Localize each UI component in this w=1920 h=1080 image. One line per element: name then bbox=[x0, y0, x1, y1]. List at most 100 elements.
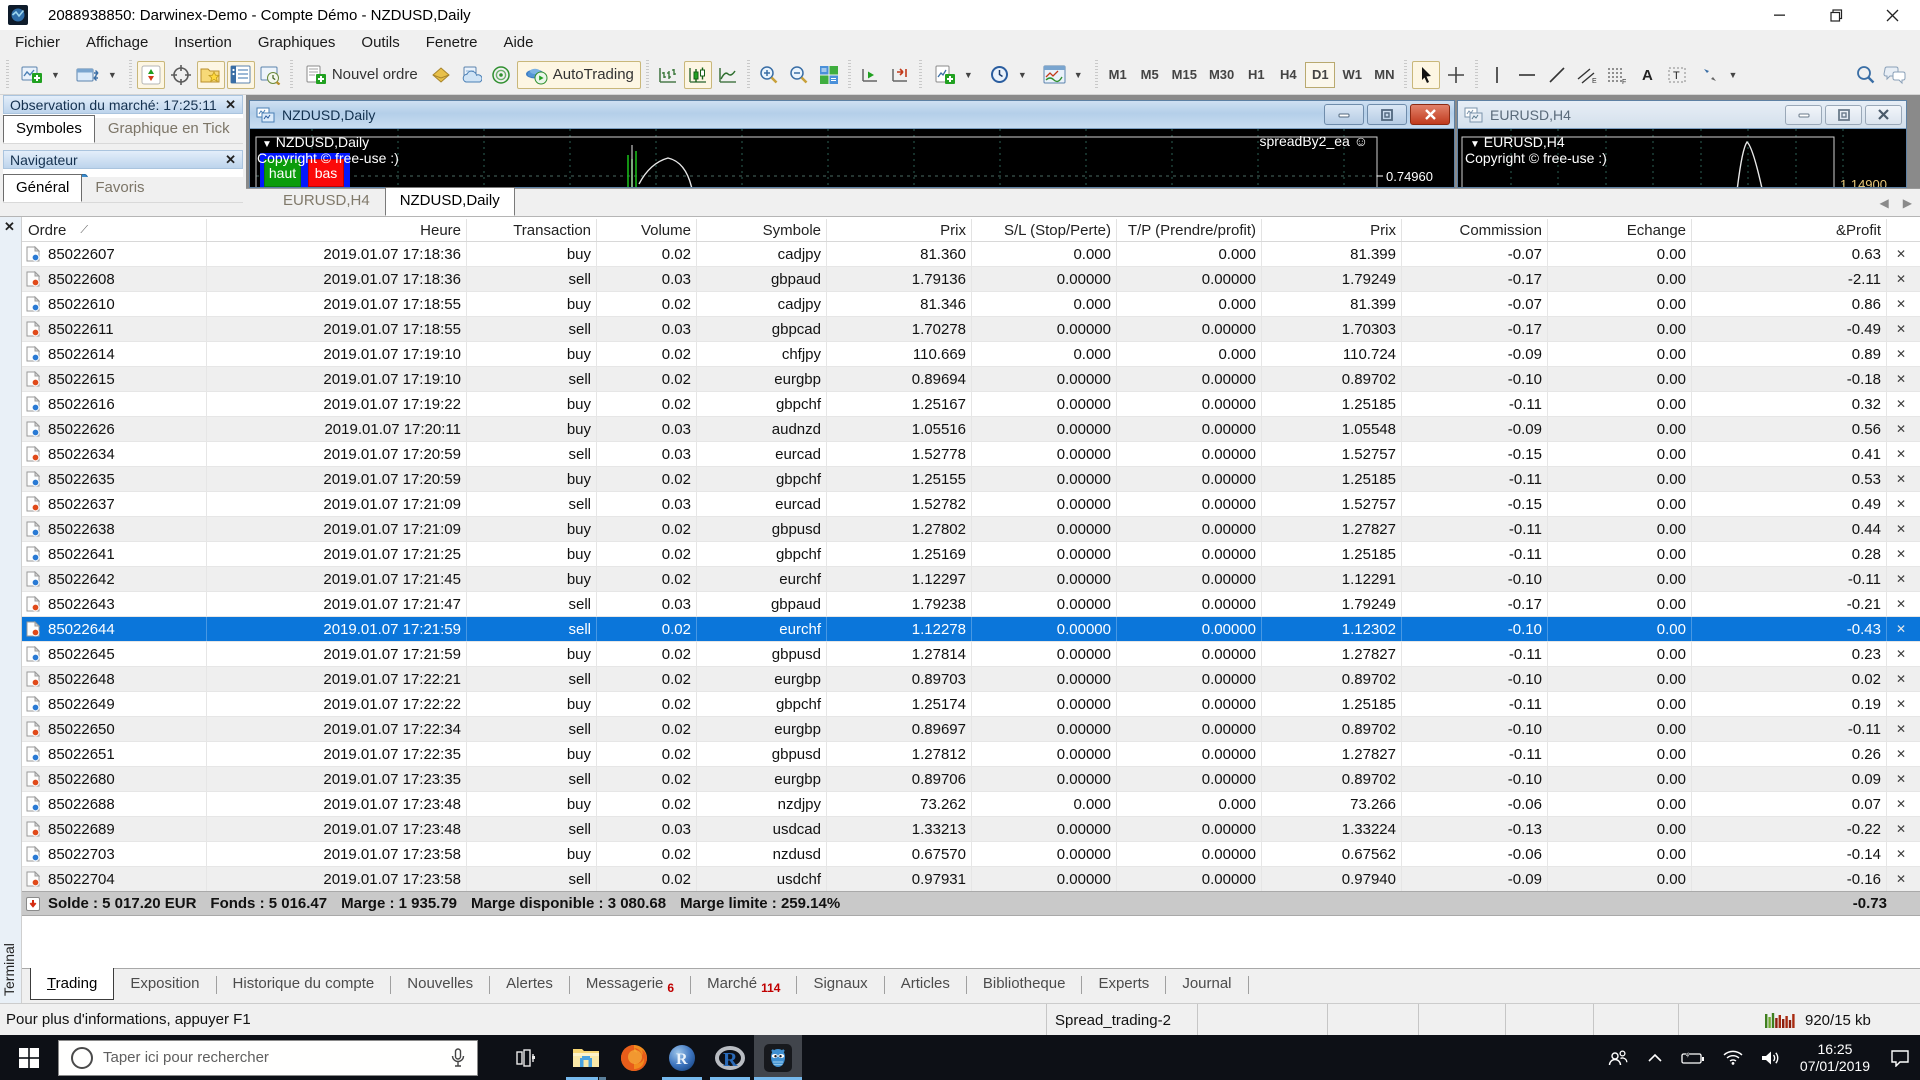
menu-fichier[interactable]: Fichier bbox=[2, 31, 73, 54]
order-row[interactable]: 85022643 2019.01.07 17:21:47sell0.03gbpa… bbox=[22, 592, 1920, 617]
autotrading-button[interactable]: AutoTrading bbox=[517, 61, 641, 89]
close-order-icon[interactable]: ✕ bbox=[1887, 592, 1920, 616]
column-header-symbole[interactable]: Symbole bbox=[697, 219, 827, 241]
navigator-close-icon[interactable]: ✕ bbox=[225, 152, 236, 168]
order-row[interactable]: 85022645 2019.01.07 17:21:59buy0.02gbpus… bbox=[22, 642, 1920, 667]
candlestick-button[interactable] bbox=[684, 61, 712, 89]
market-watch-header[interactable]: Observation du marché: 17:25:11 ✕ bbox=[3, 95, 243, 114]
task-view-button[interactable] bbox=[502, 1035, 550, 1080]
strategy-tester-button[interactable] bbox=[257, 61, 285, 89]
order-row[interactable]: 85022607 2019.01.07 17:18:36buy0.02cadjp… bbox=[22, 242, 1920, 267]
terminal-tab-alertes[interactable]: Alertes bbox=[490, 969, 569, 999]
close-order-icon[interactable]: ✕ bbox=[1887, 367, 1920, 391]
terminal-tab-bibliotheque[interactable]: Bibliotheque bbox=[967, 969, 1082, 999]
nzdusd-chart[interactable]: ▼ NZDUSD,Daily Copyright © free-use :) h… bbox=[250, 129, 1454, 187]
order-row[interactable]: 85022650 2019.01.07 17:22:34sell0.02eurg… bbox=[22, 717, 1920, 742]
close-order-icon[interactable]: ✕ bbox=[1887, 792, 1920, 816]
data-window-button[interactable] bbox=[167, 61, 195, 89]
order-row[interactable]: 85022680 2019.01.07 17:23:35sell0.02eurg… bbox=[22, 767, 1920, 792]
order-row[interactable]: 85022614 2019.01.07 17:19:10buy0.02chfjp… bbox=[22, 342, 1920, 367]
collapse-marker-icon[interactable]: ▼ bbox=[262, 139, 272, 150]
news-button[interactable] bbox=[487, 61, 515, 89]
close-order-icon[interactable]: ✕ bbox=[1887, 767, 1920, 791]
column-header-t-p-prendre-profit-[interactable]: T/P (Prendre/profit) bbox=[1117, 219, 1262, 241]
timeframe-m15-button[interactable]: M15 bbox=[1167, 62, 1202, 88]
taskbar-app-metatrader[interactable] bbox=[754, 1035, 802, 1080]
close-order-icon[interactable]: ✕ bbox=[1887, 642, 1920, 666]
close-order-icon[interactable]: ✕ bbox=[1887, 817, 1920, 841]
close-order-icon[interactable]: ✕ bbox=[1887, 492, 1920, 516]
auto-scroll-button[interactable] bbox=[856, 61, 884, 89]
order-row[interactable]: 85022626 2019.01.07 17:20:11buy0.03audnz… bbox=[22, 417, 1920, 442]
profiles-button[interactable]: ▼ bbox=[69, 61, 124, 89]
order-row[interactable]: 85022688 2019.01.07 17:23:48buy0.02nzdjp… bbox=[22, 792, 1920, 817]
chart-tab-eurusd-h4[interactable]: EURUSD,H4 bbox=[268, 187, 385, 216]
terminal-tab-articles[interactable]: Articles bbox=[885, 969, 966, 999]
order-row[interactable]: 85022704 2019.01.07 17:23:58sell0.02usdc… bbox=[22, 867, 1920, 892]
microphone-icon[interactable] bbox=[451, 1048, 465, 1068]
line-chart-button[interactable] bbox=[714, 61, 742, 89]
order-row[interactable]: 85022644 2019.01.07 17:21:59sell0.02eurc… bbox=[22, 617, 1920, 642]
maximize-button[interactable] bbox=[1808, 0, 1864, 30]
vertical-line-button[interactable] bbox=[1483, 61, 1511, 89]
terminal-tab-nouvelles[interactable]: Nouvelles bbox=[391, 969, 489, 999]
close-order-icon[interactable]: ✕ bbox=[1887, 742, 1920, 766]
templates-button[interactable]: ▼ bbox=[1036, 61, 1090, 89]
order-row[interactable]: 85022634 2019.01.07 17:20:59sell0.03eurc… bbox=[22, 442, 1920, 467]
order-row[interactable]: 85022635 2019.01.07 17:20:59buy0.02gbpch… bbox=[22, 467, 1920, 492]
close-order-icon[interactable]: ✕ bbox=[1887, 417, 1920, 441]
nzdusd-restore-button[interactable] bbox=[1367, 104, 1407, 125]
close-order-icon[interactable]: ✕ bbox=[1887, 867, 1920, 891]
minimize-button[interactable] bbox=[1752, 0, 1808, 30]
terminal-tab-march-[interactable]: Marché114 bbox=[691, 969, 796, 1002]
close-order-icon[interactable]: ✕ bbox=[1887, 467, 1920, 491]
trendline-button[interactable] bbox=[1543, 61, 1571, 89]
close-button[interactable] bbox=[1864, 0, 1920, 30]
close-order-icon[interactable]: ✕ bbox=[1887, 392, 1920, 416]
order-row[interactable]: 85022611 2019.01.07 17:18:55sell0.03gbpc… bbox=[22, 317, 1920, 342]
taskbar-app-file-explorer[interactable] bbox=[562, 1035, 610, 1080]
bar-chart-button[interactable] bbox=[654, 61, 682, 89]
order-row[interactable]: 85022610 2019.01.07 17:18:55buy0.02cadjp… bbox=[22, 292, 1920, 317]
navigator-header[interactable]: Navigateur ✕ bbox=[3, 150, 243, 169]
close-order-icon[interactable]: ✕ bbox=[1887, 542, 1920, 566]
terminal-tab-journal[interactable]: Journal bbox=[1166, 969, 1247, 999]
market-watch-close-icon[interactable]: ✕ bbox=[225, 97, 236, 113]
collapse-marker-icon[interactable]: ▼ bbox=[1470, 139, 1480, 150]
menu-graphiques[interactable]: Graphiques bbox=[245, 31, 349, 54]
text-label-button[interactable]: T bbox=[1663, 61, 1691, 89]
order-row[interactable]: 85022608 2019.01.07 17:18:36sell0.03gbpa… bbox=[22, 267, 1920, 292]
terminal-tab-exposition[interactable]: Exposition bbox=[114, 969, 215, 999]
column-header-heure[interactable]: Heure bbox=[207, 219, 467, 241]
close-order-icon[interactable]: ✕ bbox=[1887, 617, 1920, 641]
navigator-tab-g-n-ral[interactable]: Général bbox=[3, 174, 82, 202]
chart-tabs-scroll-left-icon[interactable]: ◀ bbox=[1880, 196, 1889, 210]
column-header-prix[interactable]: Prix bbox=[827, 219, 972, 241]
taskbar-search-input[interactable]: Taper ici pour rechercher bbox=[58, 1040, 478, 1076]
taskbar-app-r[interactable]: R bbox=[658, 1035, 706, 1080]
close-order-icon[interactable]: ✕ bbox=[1887, 342, 1920, 366]
action-center-icon[interactable] bbox=[1880, 1035, 1920, 1080]
close-order-icon[interactable]: ✕ bbox=[1887, 317, 1920, 341]
menu-outils[interactable]: Outils bbox=[348, 31, 412, 54]
arrows-button[interactable]: ▼ bbox=[1693, 61, 1744, 89]
nzdusd-titlebar[interactable]: NZDUSD,Daily bbox=[250, 101, 1454, 129]
terminal-tab-trading[interactable]: Trading bbox=[30, 968, 114, 1000]
order-row[interactable]: 85022689 2019.01.07 17:23:48sell0.03usdc… bbox=[22, 817, 1920, 842]
close-order-icon[interactable]: ✕ bbox=[1887, 667, 1920, 691]
column-header-s-l-stop-perte-[interactable]: S/L (Stop/Perte) bbox=[972, 219, 1117, 241]
navigator-tab-favoris[interactable]: Favoris bbox=[82, 174, 157, 202]
menu-aide[interactable]: Aide bbox=[490, 31, 546, 54]
eurusd-minimize-button[interactable] bbox=[1785, 105, 1822, 125]
column-header-echange[interactable]: Echange bbox=[1548, 219, 1692, 241]
taskbar-clock[interactable]: 16:25 07/01/2019 bbox=[1800, 1041, 1870, 1075]
column-header-prix[interactable]: Prix bbox=[1262, 219, 1402, 241]
timeframe-h4-button[interactable]: H4 bbox=[1273, 62, 1303, 88]
terminal-close-icon[interactable]: ✕ bbox=[4, 219, 15, 235]
crosshair-button[interactable] bbox=[1442, 61, 1470, 89]
close-order-icon[interactable]: ✕ bbox=[1887, 242, 1920, 266]
tray-expand-icon[interactable] bbox=[1647, 1053, 1663, 1063]
close-order-icon[interactable]: ✕ bbox=[1887, 292, 1920, 316]
market-watch-tab-graphique-en-tick[interactable]: Graphique en Tick bbox=[95, 115, 243, 143]
start-button[interactable] bbox=[0, 1035, 58, 1080]
